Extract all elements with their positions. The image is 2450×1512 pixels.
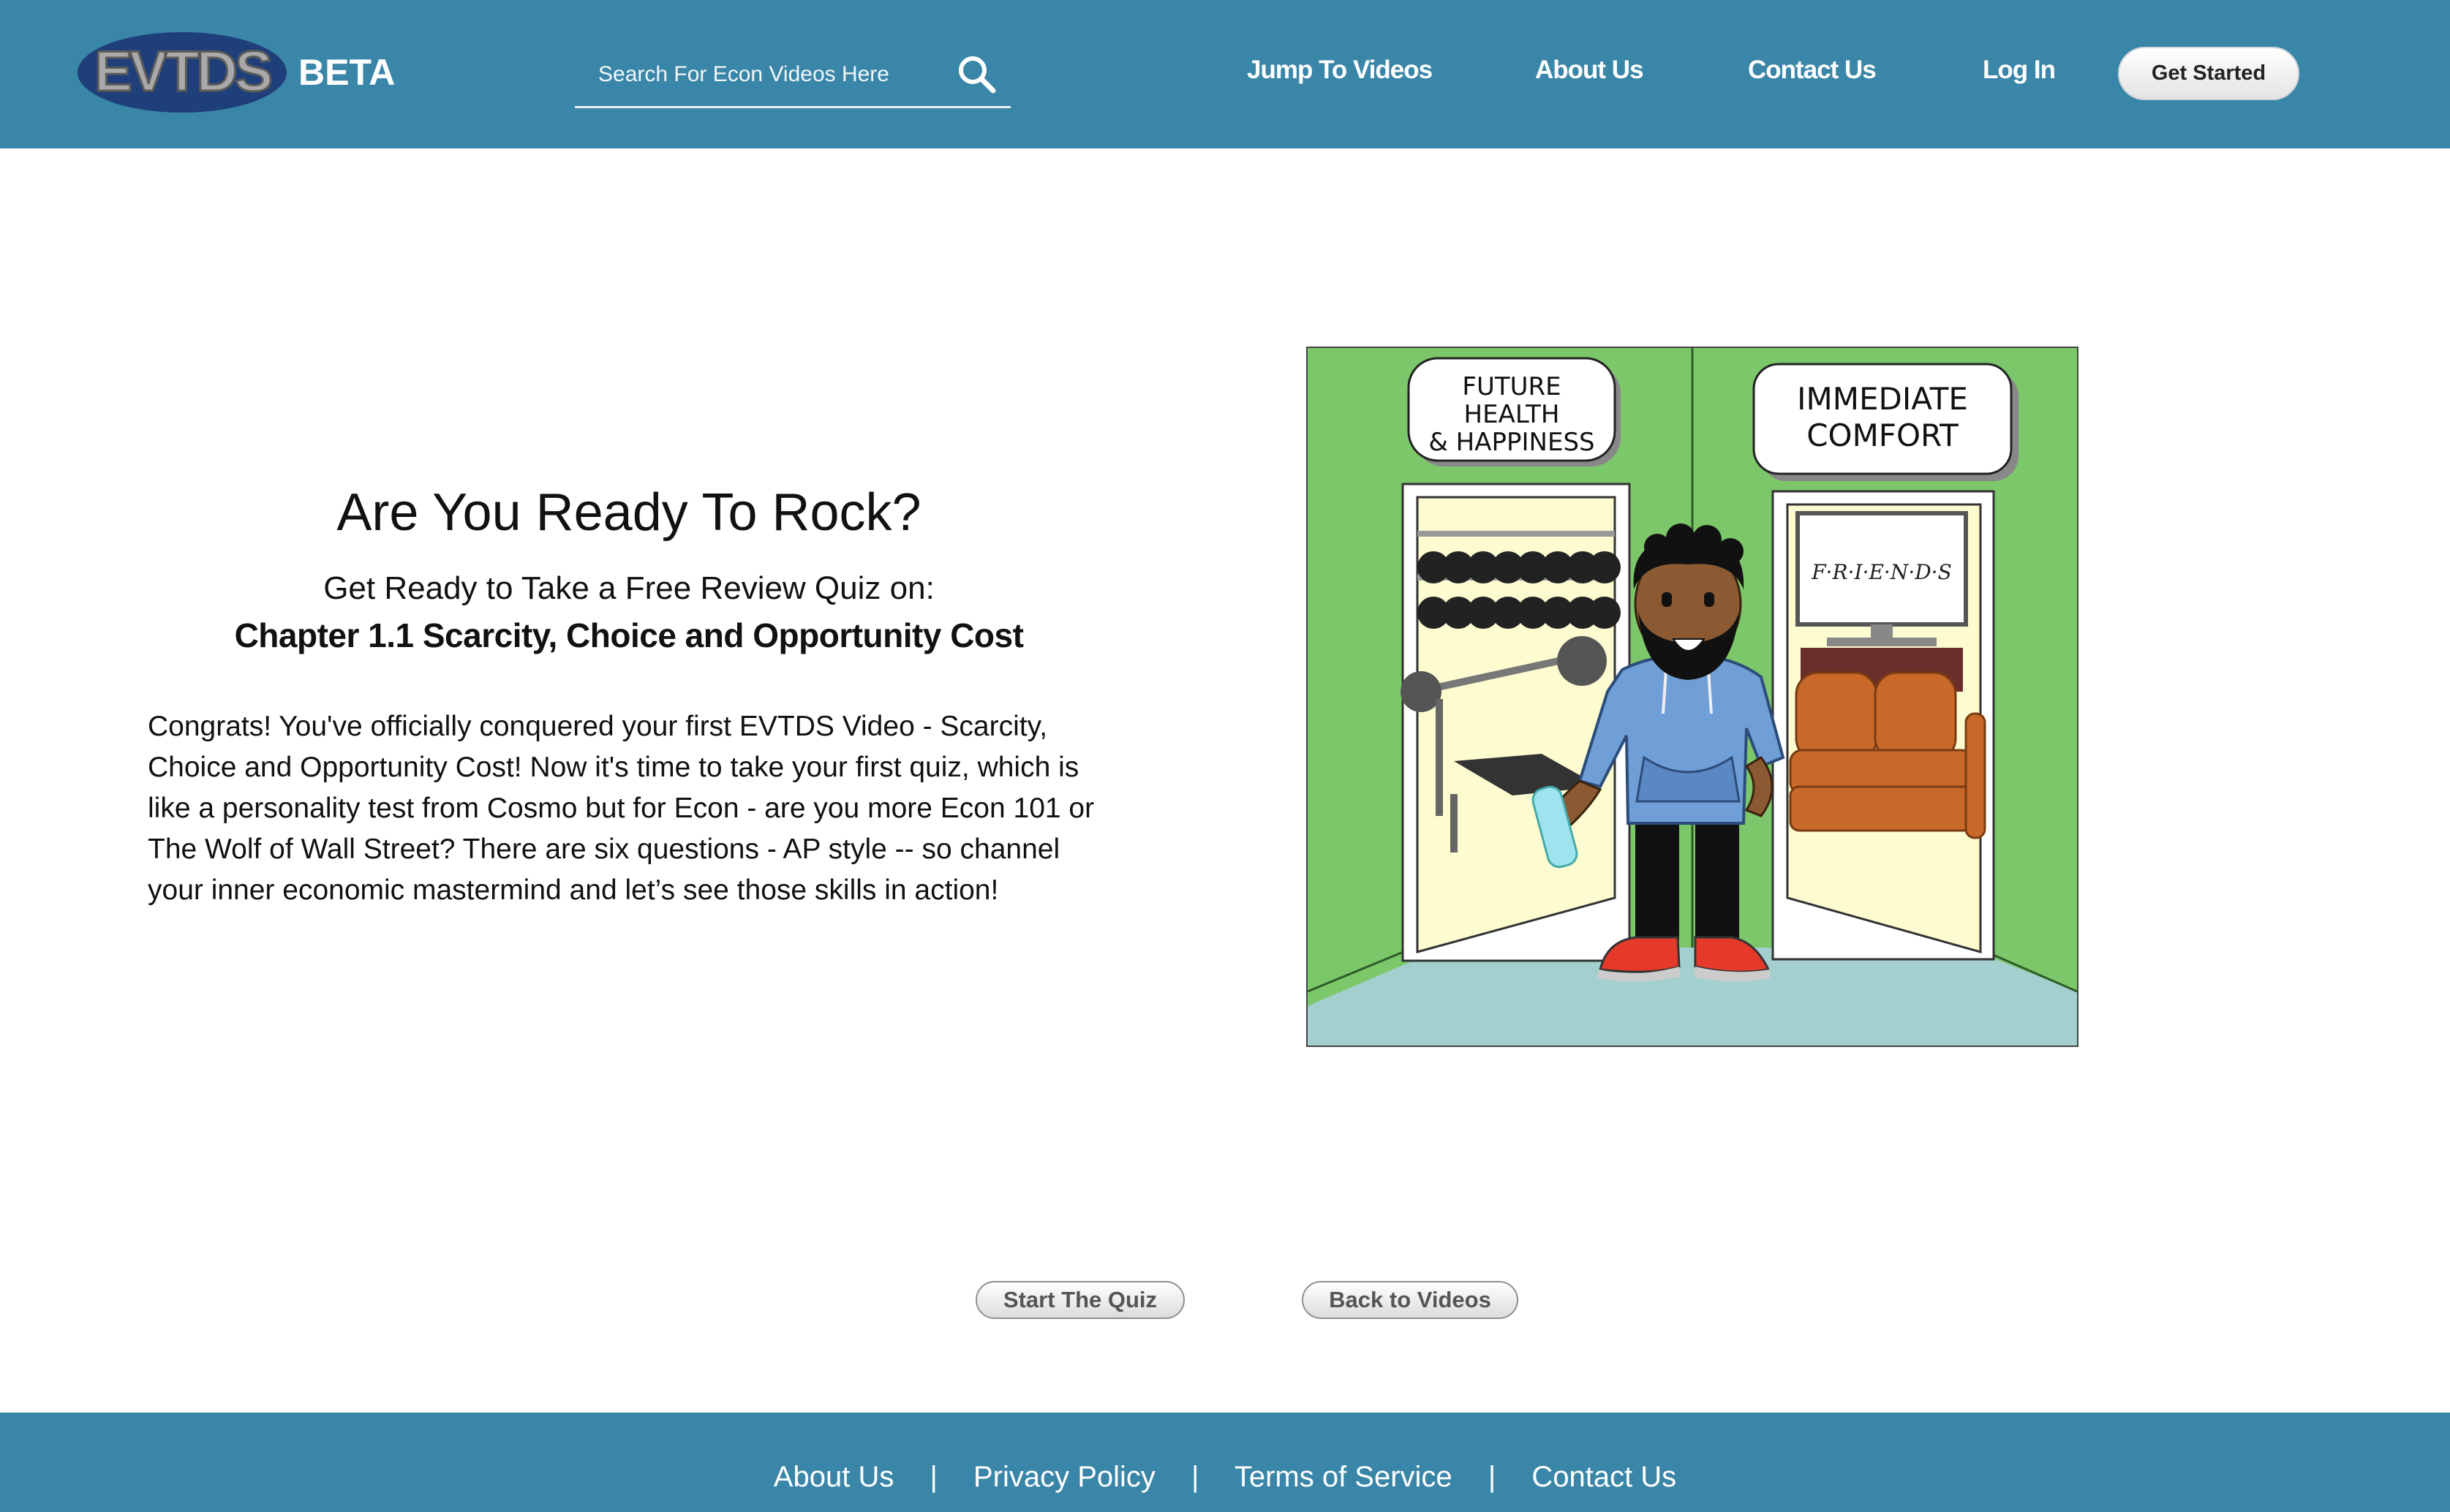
footer-separator: |	[930, 1461, 938, 1493]
intro-paragraph: Congrats! You've officially conquered yo…	[148, 706, 1113, 911]
right-sign-line: IMMEDIATE	[1797, 381, 1968, 417]
site-footer: About Us | Privacy Policy | Terms of Ser…	[0, 1413, 2450, 1512]
intro-line: like a personality test from Cosmo but f…	[148, 793, 1095, 824]
left-sign-line: & HAPPINESS	[1428, 428, 1594, 457]
evtds-logo[interactable]: EVTDS	[76, 31, 288, 114]
intro-line: Choice and Opportunity Cost! Now it's ti…	[148, 752, 1079, 783]
left-sign-line: HEALTH	[1464, 400, 1560, 429]
nav-log-in[interactable]: Log In	[1983, 56, 2056, 85]
start-quiz-button[interactable]: Start The Quiz	[976, 1281, 1185, 1319]
search-icon[interactable]	[955, 53, 999, 97]
footer-terms-of-service[interactable]: Terms of Service	[1235, 1461, 1452, 1493]
beta-label: BETA	[298, 52, 396, 93]
search-bar	[575, 38, 1011, 108]
footer-privacy-policy[interactable]: Privacy Policy	[973, 1461, 1156, 1493]
footer-separator: |	[1488, 1461, 1496, 1493]
chapter-title: Chapter 1.1 Scarcity, Choice and Opportu…	[234, 616, 1024, 654]
get-started-button[interactable]: Get Started	[2118, 47, 2299, 100]
right-sign-line: COMFORT	[1806, 417, 1959, 453]
nav-contact-us[interactable]: Contact Us	[1748, 56, 1877, 85]
footer-separator: |	[1191, 1461, 1199, 1493]
logo-text: EVTDS	[94, 39, 271, 103]
illustration-art: FUTURE HEALTH & HAPPINESS F·R·I·E·N·D·S …	[1307, 348, 2078, 1046]
back-to-videos-button[interactable]: Back to Videos	[1302, 1281, 1518, 1319]
intro-line: The Wolf of Wall Street? There are six q…	[148, 834, 1060, 865]
intro-line: your inner economic mastermind and let’s…	[148, 874, 999, 906]
quiz-subtitle: Get Ready to Take a Free Review Quiz on:	[323, 570, 935, 606]
tv-icon: F·R·I·E·N·D·S	[1795, 511, 1968, 692]
left-sign-line: FUTURE	[1462, 372, 1561, 401]
search-input[interactable]	[598, 54, 927, 95]
couch-icon	[1789, 671, 1986, 839]
site-header: EVTDS BETA Jump To Videos About Us Conta…	[0, 0, 2450, 148]
footer-about-us[interactable]: About Us	[774, 1461, 894, 1493]
intro-line: Congrats! You've officially conquered yo…	[148, 711, 1048, 742]
tv-show-title: F·R·I·E·N·D·S	[1811, 560, 1952, 584]
nav-jump-to-videos[interactable]: Jump To Videos	[1247, 56, 1433, 85]
footer-links: About Us | Privacy Policy | Terms of Ser…	[0, 1461, 2450, 1494]
nav-about-us[interactable]: About Us	[1535, 56, 1644, 85]
page-title: Are You Ready To Rock?	[336, 483, 921, 542]
footer-contact-us[interactable]: Contact Us	[1531, 1461, 1676, 1493]
choice-illustration: FUTURE HEALTH & HAPPINESS F·R·I·E·N·D·S …	[1306, 347, 2078, 1047]
